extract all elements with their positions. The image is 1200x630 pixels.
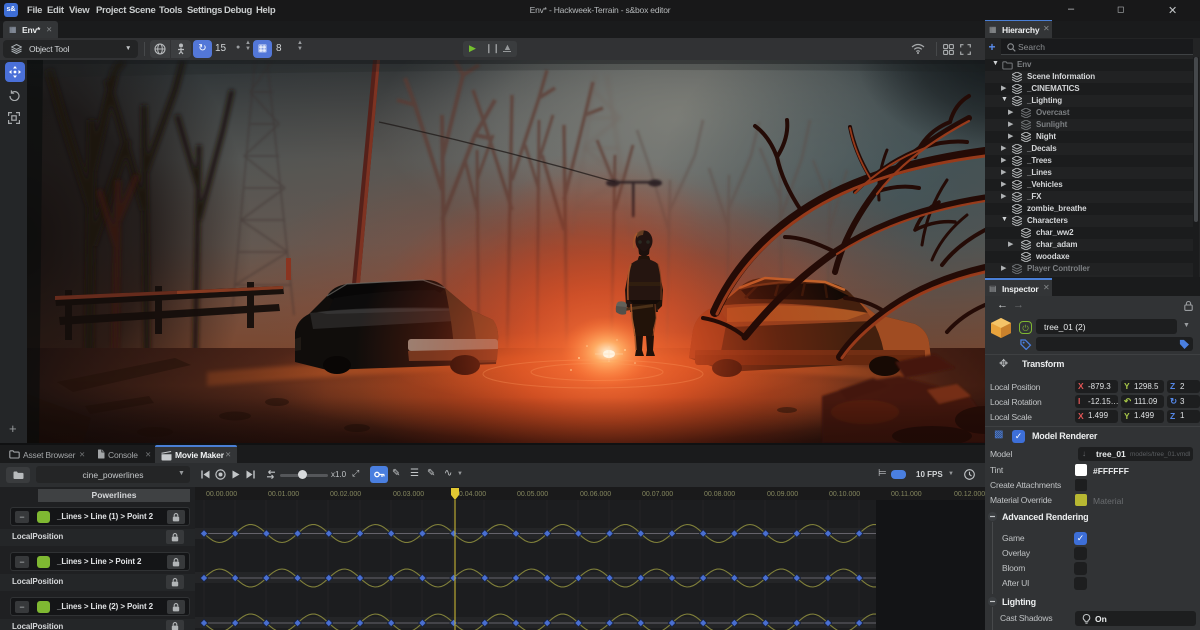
svg-text:00.11.000: 00.11.000 [891,491,922,498]
svg-text:00.02.000: 00.02.000 [330,491,361,498]
svg-text:00.05.000: 00.05.000 [517,491,548,498]
svg-text:00.04.000: 00.04.000 [455,491,486,498]
svg-text:00.00.000: 00.00.000 [206,491,237,498]
svg-text:00.06.000: 00.06.000 [580,491,611,498]
svg-text:00.08.000: 00.08.000 [704,491,735,498]
svg-text:00.12.000: 00.12.000 [954,491,985,498]
svg-text:00.09.000: 00.09.000 [767,491,798,498]
svg-text:00.01.000: 00.01.000 [268,491,299,498]
svg-text:00.07.000: 00.07.000 [642,491,673,498]
svg-text:00.10.000: 00.10.000 [829,491,860,498]
svg-text:00.03.000: 00.03.000 [393,491,424,498]
